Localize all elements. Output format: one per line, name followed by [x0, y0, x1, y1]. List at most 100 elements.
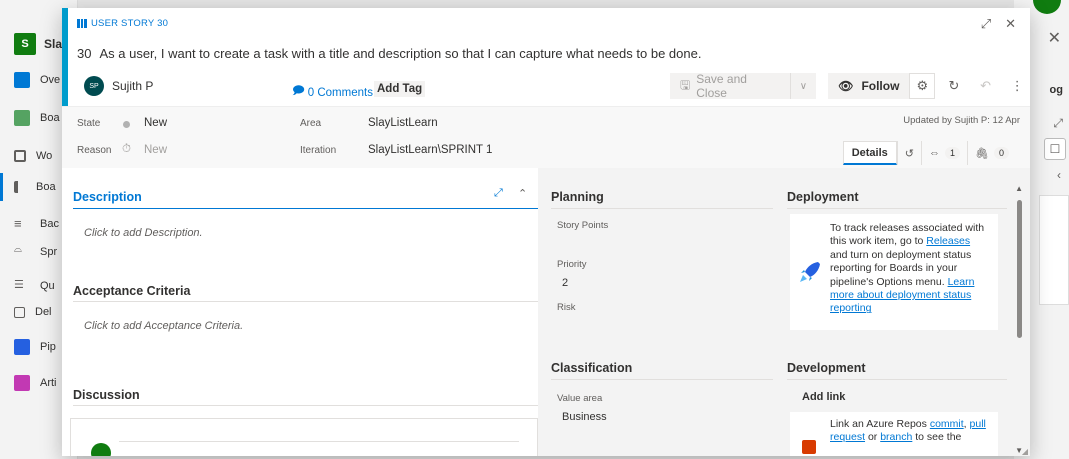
save-and-close-button[interactable]: 🖫 Save and Close — [670, 72, 791, 100]
tab-history[interactable]: ↺ — [896, 141, 921, 165]
scrollbar[interactable]: ▲ ▼ — [1014, 178, 1024, 456]
feedback-icon[interactable]: ☐ — [1044, 138, 1066, 160]
acceptance-input[interactable]: Click to add Acceptance Criteria. — [84, 320, 243, 332]
scroll-up-icon[interactable]: ▲ — [1015, 184, 1023, 193]
tab-details[interactable]: Details — [842, 141, 897, 165]
tab-links[interactable]: ⇔ 1 — [921, 141, 967, 165]
updated-info[interactable]: Updated by Sujith P: 12 Apr — [903, 115, 1020, 126]
discussion-divider — [73, 405, 538, 406]
releases-link[interactable]: Releases — [926, 235, 970, 247]
title-row: 30 As a user, I want to create a task wi… — [77, 46, 701, 61]
link-icon: ⇔ — [929, 147, 940, 159]
state-label: State — [77, 118, 101, 129]
tabs: Details ↺ ⇔ 1 🖇 0 — [842, 141, 1016, 165]
sprints-icon: ⌓ — [14, 244, 22, 255]
work-items-icon — [14, 150, 26, 162]
classification-title[interactable]: Classification — [551, 361, 632, 375]
queries-icon: ☰ — [14, 279, 24, 291]
nav-selected-indicator — [0, 173, 3, 201]
close-icon[interactable]: ✕ — [1005, 16, 1016, 32]
branch-link[interactable]: branch — [880, 431, 912, 443]
priority-label: Priority — [557, 259, 587, 270]
development-divider — [787, 379, 1007, 380]
area-value[interactable]: SlayListLearn — [368, 117, 438, 129]
work-item-dialog: USER STORY 30 ⤢ ✕ 30 As a user, I want t… — [62, 8, 1030, 456]
refresh-icon[interactable]: ↻ — [941, 73, 967, 99]
settings-icon[interactable]: ⚙ — [909, 73, 936, 99]
value-area-label: Value area — [557, 393, 603, 404]
work-item-fields: State New Reason ⏱ New Area SlayListLear… — [62, 106, 1030, 168]
discussion-title[interactable]: Discussion — [73, 388, 140, 402]
comments-link[interactable]: 🗩 0 Comments — [292, 83, 373, 102]
delivery-plans-icon — [14, 306, 25, 318]
state-value[interactable]: New — [144, 117, 167, 129]
development-info: Link an Azure Repos commit, pull request… — [790, 412, 998, 456]
save-icon: 🖫 — [680, 77, 691, 92]
attachments-count: 0 — [993, 147, 1009, 159]
user-story-icon — [77, 19, 88, 28]
resize-icon[interactable]: ◢ — [1022, 447, 1028, 456]
avatar: SP — [84, 76, 104, 96]
backlog-icon: ≡ — [14, 216, 22, 231]
add-link-button[interactable]: Add link — [802, 391, 845, 403]
left-column: Description ⤢ ⌃ Click to add Description… — [62, 168, 538, 456]
description-input[interactable]: Click to add Description. — [84, 227, 203, 239]
rocket-icon — [800, 262, 820, 282]
boards-icon — [14, 110, 30, 126]
expand-icon[interactable]: ⤢ — [1053, 116, 1063, 131]
planning-title[interactable]: Planning — [551, 190, 604, 204]
board-icon — [14, 181, 26, 193]
chevron-down-icon: ∨ — [799, 80, 808, 92]
description-divider — [73, 208, 538, 209]
deployment-info: To track releases associated with this w… — [790, 214, 998, 330]
state-dot-icon — [123, 121, 130, 128]
reason-label: Reason — [77, 145, 112, 156]
user-avatar[interactable] — [1033, 0, 1061, 14]
add-tag-button[interactable]: Add Tag — [374, 81, 426, 97]
chevron-up-icon[interactable]: ⌃ — [518, 187, 527, 200]
assignee-name: Sujith P — [112, 79, 154, 93]
repos-icon — [802, 440, 816, 454]
chevron-left-icon[interactable]: ‹ — [1057, 168, 1061, 182]
iteration-label: Iteration — [300, 145, 337, 156]
work-item-body: Description ⤢ ⌃ Click to add Description… — [62, 168, 1030, 456]
area-label: Area — [300, 118, 322, 129]
deployment-text: To track releases associated with this w… — [830, 222, 985, 315]
deployment-title[interactable]: Deployment — [787, 190, 859, 204]
background-pane — [1039, 195, 1069, 305]
priority-value[interactable]: 2 — [562, 277, 568, 289]
work-item-header: USER STORY 30 ⤢ ✕ 30 As a user, I want t… — [62, 8, 1030, 106]
development-text: Link an Azure Repos commit, pull request… — [830, 418, 986, 444]
follow-button[interactable]: 👁 Follow — [828, 73, 910, 99]
commit-link[interactable]: commit — [930, 418, 964, 430]
tab-attachments[interactable]: 🖇 0 — [967, 141, 1016, 165]
avatar — [91, 443, 111, 456]
reason-value[interactable]: New — [144, 144, 167, 156]
iteration-value[interactable]: SlayListLearn\SPRINT 1 — [368, 144, 492, 156]
save-dropdown-button[interactable]: ∨ — [790, 73, 817, 99]
background-tag: og — [1049, 84, 1063, 96]
work-item-type: USER STORY 30 — [77, 18, 168, 29]
acceptance-title[interactable]: Acceptance Criteria — [73, 284, 190, 298]
deployment-divider — [787, 208, 1007, 209]
toolbar: 🖫 Save and Close ∨ 👁 Follow ⚙ ↻ ↶ ⋮ — [670, 72, 1030, 100]
eye-icon: 👁 — [838, 79, 854, 93]
acceptance-divider — [73, 301, 538, 302]
org-avatar[interactable]: S — [14, 33, 36, 55]
assignee[interactable]: SP Sujith P — [84, 76, 153, 96]
work-item-title[interactable]: As a user, I want to create a task with … — [99, 46, 701, 61]
pipelines-icon — [14, 339, 30, 355]
maximize-icon[interactable]: ⤢ — [494, 187, 503, 200]
more-actions-icon[interactable]: ⋮ — [1004, 73, 1030, 99]
expand-icon[interactable]: ⤢ — [981, 16, 991, 32]
story-points-label: Story Points — [557, 220, 609, 231]
close-icon[interactable]: ✕ — [1048, 28, 1061, 48]
value-area-value[interactable]: Business — [562, 411, 607, 423]
planning-divider — [551, 208, 773, 209]
description-title[interactable]: Description — [73, 190, 142, 204]
scroll-thumb[interactable] — [1017, 200, 1022, 338]
discussion-input[interactable] — [70, 418, 538, 456]
work-item-color-bar — [62, 8, 68, 106]
undo-icon[interactable]: ↶ — [973, 73, 999, 99]
development-title[interactable]: Development — [787, 361, 866, 375]
